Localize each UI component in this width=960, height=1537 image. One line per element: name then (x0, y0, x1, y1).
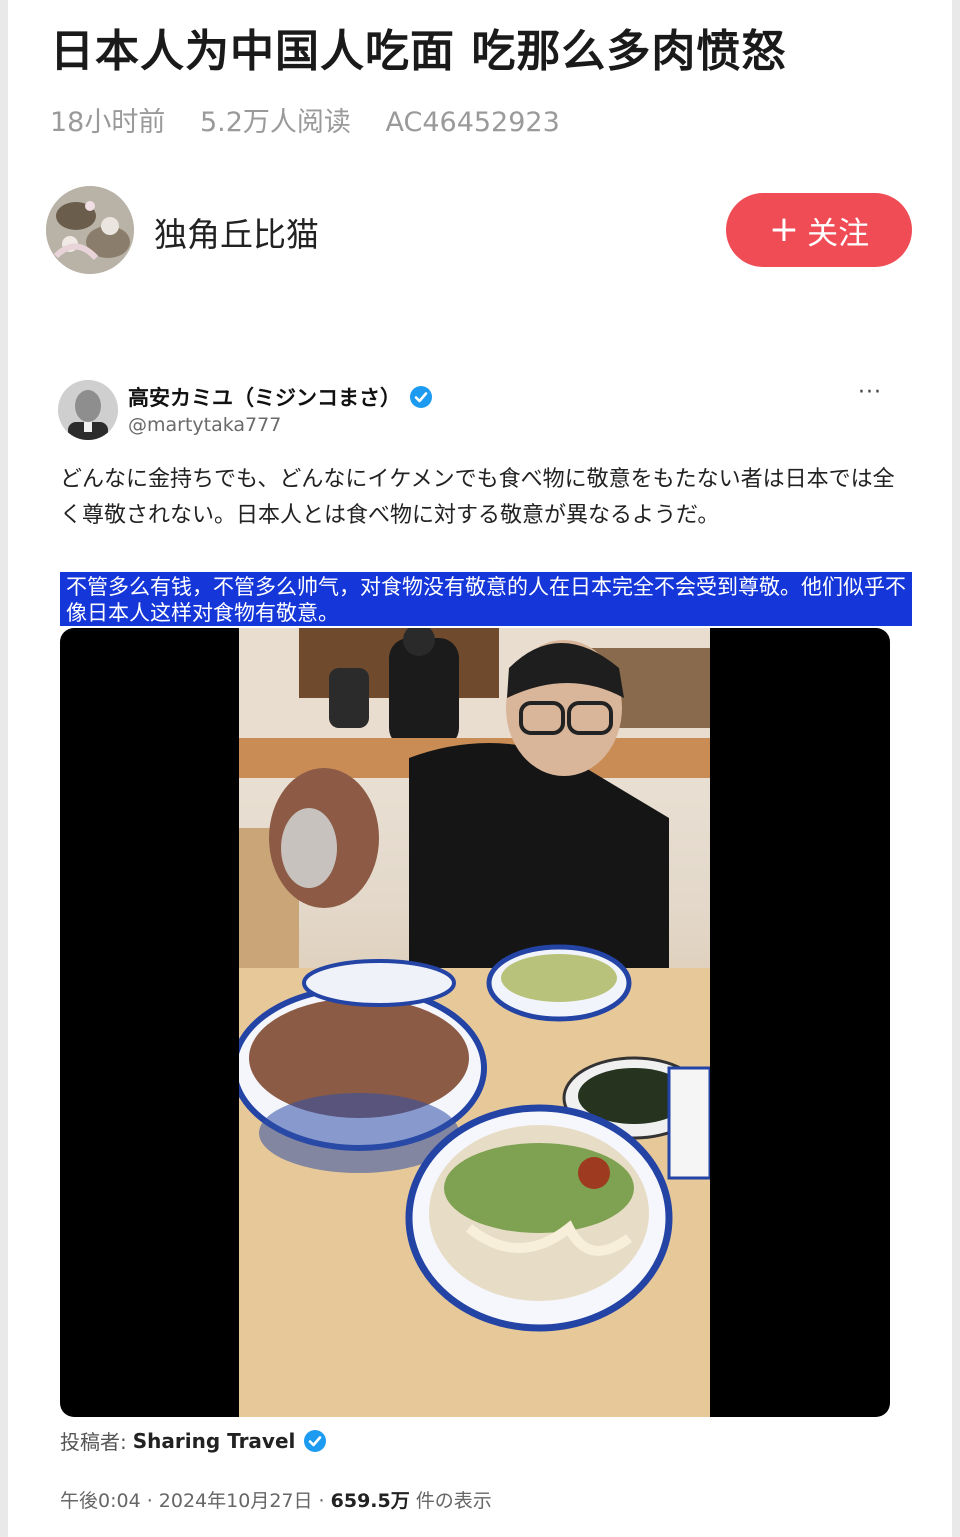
author-name[interactable]: 独角丘比猫 (154, 208, 319, 256)
tweet-text: どんなに金持ちでも、どんなにイケメンでも食べ物に敬意をもたない者は日本では全く尊… (60, 467, 895, 528)
article-meta: 18小时前 5.2万人阅读 AC46452923 (50, 100, 586, 139)
article-title: 日本人为中国人吃面 吃那么多肉愤怒 (50, 26, 787, 77)
article-page: 日本人为中国人吃面 吃那么多肉愤怒 18小时前 5.2万人阅读 AC464529… (8, 0, 952, 1537)
verified-badge-icon (410, 386, 432, 408)
embedded-tweet-image: 高安カミユ（ミジンコまさ） @martytaka777 ··· どんなに金持ちで… (50, 368, 930, 1537)
tweet-display-name: 高安カミユ（ミジンコまさ） (128, 382, 433, 412)
author-avatar[interactable] (46, 186, 134, 274)
portrait-image (58, 380, 118, 440)
restaurant-photo (239, 628, 710, 1417)
follow-button[interactable]: + 关注 (726, 193, 912, 267)
view-suffix: 件の表示 (409, 1490, 492, 1512)
translation-overlay: 不管多么有钱，不管多么帅气，对食物没有敬意的人在日本完全不会受到尊敬。他们似乎不… (60, 572, 912, 626)
source-label: 投稿者: (60, 1430, 127, 1454)
source-verified-icon (304, 1429, 327, 1452)
follow-label: 关注 (807, 215, 870, 252)
tweet-photo (60, 628, 890, 1417)
avatar-image (46, 186, 134, 274)
tweet-timestamp: 午後0:04 · 2024年10月27日 · (60, 1490, 331, 1512)
photo-illustration (239, 628, 710, 1417)
source-name: Sharing Travel (132, 1428, 296, 1453)
tweet-footer: 午後0:04 · 2024年10月27日 · 659.5万 件の表示 (60, 1486, 492, 1513)
tweet-display-name-text: 高安カミユ（ミジンコまさ） (128, 386, 401, 410)
tweet-handle: @martytaka777 (128, 414, 282, 436)
more-icon: ··· (858, 380, 882, 405)
tweet-avatar (58, 380, 118, 440)
plus-icon: + (768, 209, 800, 250)
view-count: 659.5万 (330, 1490, 410, 1512)
tweet-source: 投稿者: Sharing Travel (60, 1426, 327, 1455)
article-id: AC46452923 (385, 107, 560, 138)
publish-time: 18小时前 (50, 107, 166, 138)
read-count: 5.2万人阅读 (199, 107, 351, 138)
